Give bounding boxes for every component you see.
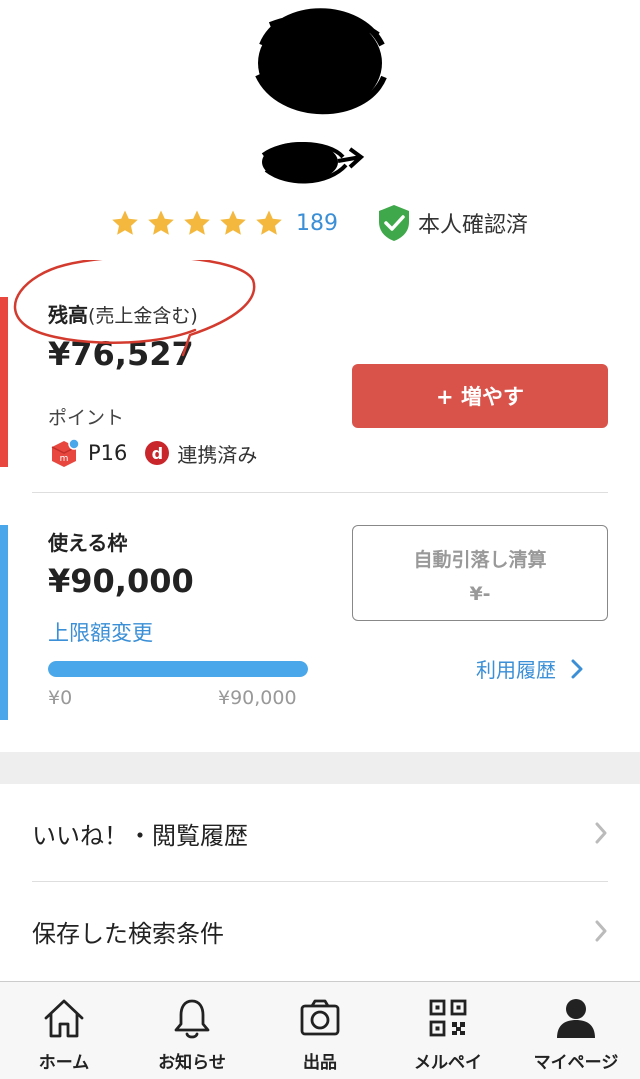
increase-balance-button[interactable]: + 増やす xyxy=(352,364,608,428)
rating-count-link[interactable]: 189 xyxy=(296,211,338,236)
menu-divider xyxy=(32,881,608,882)
nav-label: ホーム xyxy=(38,1053,90,1073)
section-spacer xyxy=(0,752,640,784)
nav-tab-notifications[interactable]: お知らせ xyxy=(128,982,256,1079)
section-divider xyxy=(32,492,608,493)
credit-title: 使える枠 xyxy=(48,531,128,555)
balance-section: 残高(売上金含む) ¥76,527 + 増やす ポイント m P16 d 連携済… xyxy=(0,260,640,495)
change-limit-link[interactable]: 上限額変更 xyxy=(48,617,153,647)
star-icon xyxy=(220,210,246,235)
nav-label: 出品 xyxy=(303,1053,337,1073)
dpoint-status-label: 連携済み xyxy=(177,442,258,467)
points-value: P16 xyxy=(88,441,128,465)
hand-drawn-circle-annotation xyxy=(13,260,256,357)
bell-icon xyxy=(174,999,210,1039)
credit-section: 使える枠 ¥90,000 上限額変更 ¥0 ¥90,000 自動引落し清算 ¥-… xyxy=(0,522,640,732)
menu-item-label: 保存した検索条件 xyxy=(32,919,224,948)
svg-text:m: m xyxy=(60,454,69,464)
verified-label: 本人確認済 xyxy=(418,213,529,238)
person-icon xyxy=(557,999,595,1038)
profile-header: 189 本人確認済 xyxy=(0,0,640,260)
credit-accent-bar xyxy=(0,525,8,720)
credit-amount: ¥90,000 xyxy=(48,562,194,600)
merpoint-icon: m xyxy=(51,438,80,467)
balance-title-label: 残高 xyxy=(48,303,88,327)
chevron-right-icon xyxy=(595,822,607,844)
camera-icon xyxy=(300,999,340,1036)
star-icon xyxy=(184,210,210,235)
rating-row: 189 本人確認済 xyxy=(110,203,528,243)
shield-check-icon xyxy=(379,205,409,241)
star-icon xyxy=(256,210,282,235)
star-icon xyxy=(148,210,174,235)
bottom-navigation: ホーム お知らせ 出品 メルペイ マイページ xyxy=(0,981,640,1079)
usage-history-link[interactable]: 利用履歴 xyxy=(476,654,584,683)
nav-label: お知らせ xyxy=(158,1053,226,1073)
chevron-right-icon xyxy=(571,659,583,678)
balance-amount[interactable]: ¥76,527 xyxy=(48,335,194,373)
progress-min-label: ¥0 xyxy=(48,687,73,709)
auto-settle-value: ¥- xyxy=(469,583,491,605)
star-icon xyxy=(112,210,138,235)
nav-label: マイページ xyxy=(533,1053,619,1073)
nav-tab-sell[interactable]: 出品 xyxy=(256,982,384,1079)
credit-progress-fill xyxy=(48,661,308,677)
points-title: ポイント xyxy=(48,407,125,429)
qr-code-icon xyxy=(429,999,467,1037)
nav-tab-merpay[interactable]: メルペイ xyxy=(384,982,512,1079)
menu-item-likes-history[interactable]: いいね！・閲覧履歴 xyxy=(0,785,640,881)
redacted-avatar-scribble xyxy=(255,8,387,115)
points-row[interactable]: m P16 d 連携済み xyxy=(48,437,257,469)
balance-title-sub: (売上金含む) xyxy=(88,305,198,327)
menu-item-label: いいね！・閲覧履歴 xyxy=(32,821,248,850)
auto-settle-button[interactable]: 自動引落し清算 ¥- xyxy=(352,525,608,621)
nav-tab-mypage[interactable]: マイページ xyxy=(512,982,640,1079)
redacted-username-scribble xyxy=(261,142,365,184)
chevron-right-icon xyxy=(595,920,607,942)
auto-settle-title: 自動引落し清算 xyxy=(413,549,547,571)
nav-tab-home[interactable]: ホーム xyxy=(0,982,128,1079)
dpoint-icon: d xyxy=(145,441,170,465)
verified-badge: 本人確認済 xyxy=(376,203,528,243)
balance-accent-bar xyxy=(0,297,8,467)
home-icon xyxy=(44,999,84,1038)
balance-title: 残高(売上金含む) xyxy=(48,299,198,328)
nav-label: メルペイ xyxy=(414,1053,482,1073)
usage-history-label: 利用履歴 xyxy=(476,658,556,682)
progress-max-label: ¥90,000 xyxy=(218,687,297,709)
menu-item-saved-searches[interactable]: 保存した検索条件 xyxy=(0,883,640,979)
credit-progress-bar xyxy=(48,661,308,677)
